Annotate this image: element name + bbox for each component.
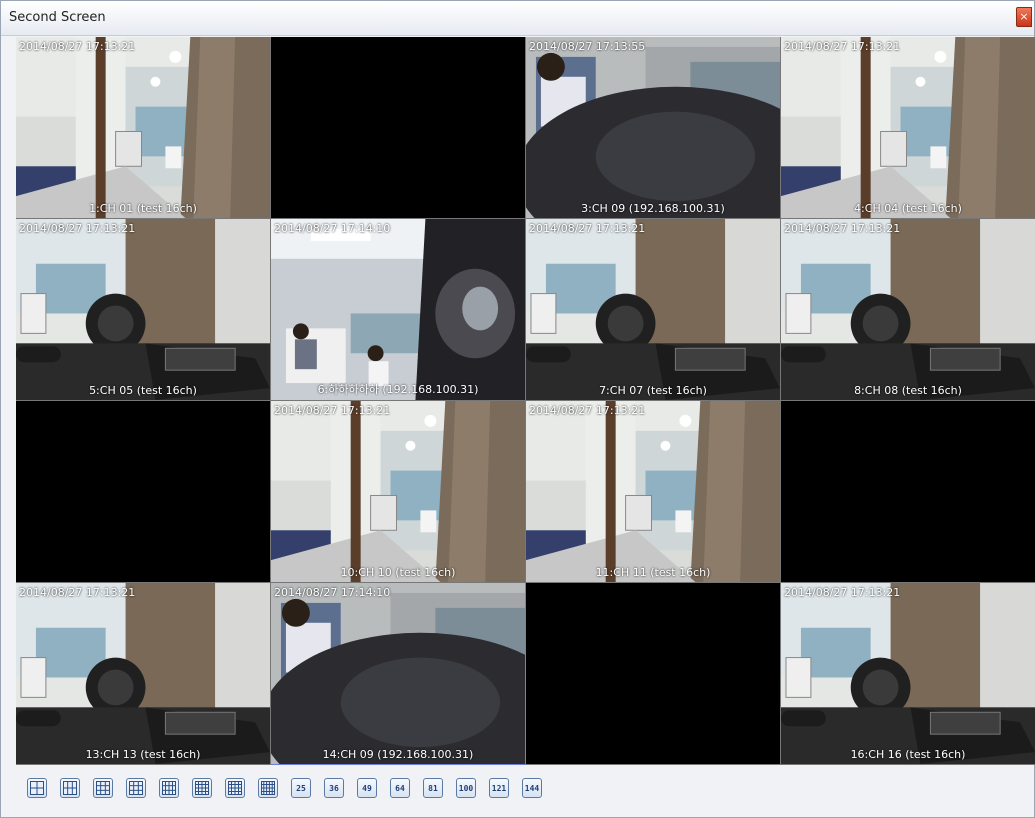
channel-label: 1:CH 01 (test 16ch) bbox=[89, 202, 197, 215]
camera-tile[interactable]: 2014/08/27 17:13:21 5:CH 05 (test 16ch) bbox=[16, 219, 271, 401]
channel-label: 6:하하하하하 (192.168.100.31) bbox=[317, 383, 479, 396]
layout-button[interactable] bbox=[126, 778, 146, 798]
layout-button[interactable]: 64 bbox=[390, 778, 410, 798]
window-title: Second Screen bbox=[9, 10, 106, 25]
layout-button[interactable] bbox=[225, 778, 245, 798]
layout-81-icon: 81 bbox=[428, 783, 438, 793]
layout-36-icon: 36 bbox=[329, 783, 339, 793]
timestamp: 2014/08/27 17:13:21 bbox=[784, 586, 901, 599]
layout-button[interactable] bbox=[192, 778, 212, 798]
layout-49-icon: 49 bbox=[362, 783, 372, 793]
timestamp: 2014/08/27 17:13:21 bbox=[274, 404, 391, 417]
timestamp: 2014/08/27 17:13:21 bbox=[784, 40, 901, 53]
camera-tile[interactable]: 2014/08/27 17:14:10 6:하하하하하 (192.168.100.… bbox=[271, 219, 526, 401]
channel-label: 10:CH 10 (test 16ch) bbox=[340, 566, 456, 579]
camera-tile[interactable]: 2014/08/27 17:13:21 8:CH 08 (test 16ch) bbox=[781, 219, 1035, 401]
second-screen-window: Second Screen × 2014/08/27 17:13:21 1:CH … bbox=[0, 0, 1035, 818]
layout-button[interactable] bbox=[27, 778, 47, 798]
camera-tile[interactable]: 2014/08/27 17:13:55 3:CH 09 (192.168.100.… bbox=[526, 37, 781, 219]
camera-tile[interactable]: 2014/08/27 17:13:21 13:CH 13 (test 16ch) bbox=[16, 583, 271, 765]
channel-label: 11:CH 11 (test 16ch) bbox=[595, 566, 711, 579]
channel-label: 5:CH 05 (test 16ch) bbox=[89, 384, 197, 397]
timestamp: 2014/08/27 17:13:21 bbox=[19, 586, 136, 599]
channel-label: 14:CH 09 (192.168.100.31) bbox=[322, 748, 474, 761]
timestamp: 2014/08/27 17:13:21 bbox=[19, 222, 136, 235]
camera-grid: 2014/08/27 17:13:21 1:CH 01 (test 16ch) 2… bbox=[16, 37, 1035, 765]
close-icon: × bbox=[1019, 10, 1029, 23]
channel-label: 13:CH 13 (test 16ch) bbox=[85, 748, 201, 761]
layout-toolbar: 25 36 49 64 81 100 121 144 bbox=[27, 778, 555, 806]
camera-tile[interactable]: 2014/08/27 17:13:21 11:CH 11 (test 16ch) bbox=[526, 401, 781, 583]
layout-button[interactable]: 100 bbox=[456, 778, 476, 798]
timestamp: 2014/08/27 17:13:21 bbox=[19, 40, 136, 53]
layout-button[interactable]: 25 bbox=[291, 778, 311, 798]
close-button[interactable]: × bbox=[1016, 7, 1032, 27]
layout-button[interactable] bbox=[159, 778, 179, 798]
channel-label: 7:CH 07 (test 16ch) bbox=[599, 384, 707, 397]
layout-button[interactable]: 144 bbox=[522, 778, 542, 798]
title-bar[interactable]: Second Screen × bbox=[1, 1, 1034, 36]
layout-button[interactable]: 81 bbox=[423, 778, 443, 798]
timestamp: 2014/08/27 17:13:21 bbox=[784, 222, 901, 235]
camera-tile[interactable]: 2014/08/27 17:13:21 16:CH 16 (test 16ch) bbox=[781, 583, 1035, 765]
layout-button[interactable]: 36 bbox=[324, 778, 344, 798]
channel-label: 8:CH 08 (test 16ch) bbox=[854, 384, 962, 397]
timestamp: 2014/08/27 17:13:21 bbox=[529, 222, 646, 235]
timestamp: 2014/08/27 17:13:21 bbox=[529, 404, 646, 417]
layout-button[interactable] bbox=[60, 778, 80, 798]
layout-button[interactable] bbox=[258, 778, 278, 798]
timestamp: 2014/08/27 17:14:10 bbox=[274, 222, 391, 235]
layout-100-icon: 100 bbox=[458, 783, 474, 793]
timestamp: 2014/08/27 17:13:55 bbox=[529, 40, 646, 53]
camera-tile[interactable] bbox=[781, 401, 1035, 583]
camera-tile[interactable] bbox=[526, 583, 781, 765]
layout-25-icon: 25 bbox=[296, 783, 306, 793]
channel-label: 16:CH 16 (test 16ch) bbox=[850, 748, 966, 761]
layout-121-icon: 121 bbox=[491, 783, 507, 793]
camera-tile[interactable] bbox=[271, 37, 526, 219]
layout-144-icon: 144 bbox=[524, 783, 540, 793]
layout-button[interactable]: 121 bbox=[489, 778, 509, 798]
camera-tile[interactable]: 2014/08/27 17:14:10 14:CH 09 (192.168.100… bbox=[271, 583, 526, 765]
camera-tile[interactable]: 2014/08/27 17:13:21 4:CH 04 (test 16ch) bbox=[781, 37, 1035, 219]
layout-button[interactable]: 49 bbox=[357, 778, 377, 798]
camera-tile[interactable]: 2014/08/27 17:13:21 1:CH 01 (test 16ch) bbox=[16, 37, 271, 219]
camera-tile[interactable] bbox=[16, 401, 271, 583]
timestamp: 2014/08/27 17:14:10 bbox=[274, 586, 391, 599]
channel-label: 3:CH 09 (192.168.100.31) bbox=[581, 202, 725, 215]
channel-label: 4:CH 04 (test 16ch) bbox=[854, 202, 962, 215]
camera-tile[interactable]: 2014/08/27 17:13:21 10:CH 10 (test 16ch) bbox=[271, 401, 526, 583]
layout-64-icon: 64 bbox=[395, 783, 405, 793]
layout-button[interactable] bbox=[93, 778, 113, 798]
camera-tile[interactable]: 2014/08/27 17:13:21 7:CH 07 (test 16ch) bbox=[526, 219, 781, 401]
